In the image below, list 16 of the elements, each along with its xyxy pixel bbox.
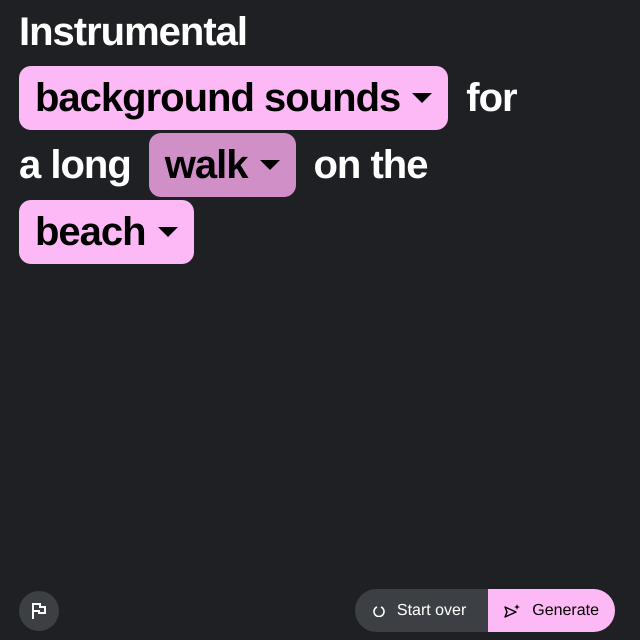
caret-icon <box>158 226 178 236</box>
refresh-icon <box>372 604 385 616</box>
flag-icon <box>31 602 47 620</box>
prompt-dropdown[interactable]: beach <box>19 200 194 264</box>
start-over-button[interactable]: Start over <box>354 589 488 632</box>
generate-button[interactable]: Generate <box>488 589 615 632</box>
caret-icon <box>260 160 280 170</box>
flag-button[interactable] <box>19 590 59 630</box>
prompt-dropdown[interactable]: background sounds <box>19 66 448 130</box>
prompt-text: on the <box>314 144 428 184</box>
caret-icon <box>412 92 432 102</box>
prompt-text: Instrumental <box>19 12 248 52</box>
prompt-dropdown[interactable]: walk <box>148 132 296 196</box>
prompt-text: for <box>466 78 517 118</box>
prompt-text: a long <box>19 144 131 184</box>
send-sparkle-icon <box>504 604 520 618</box>
